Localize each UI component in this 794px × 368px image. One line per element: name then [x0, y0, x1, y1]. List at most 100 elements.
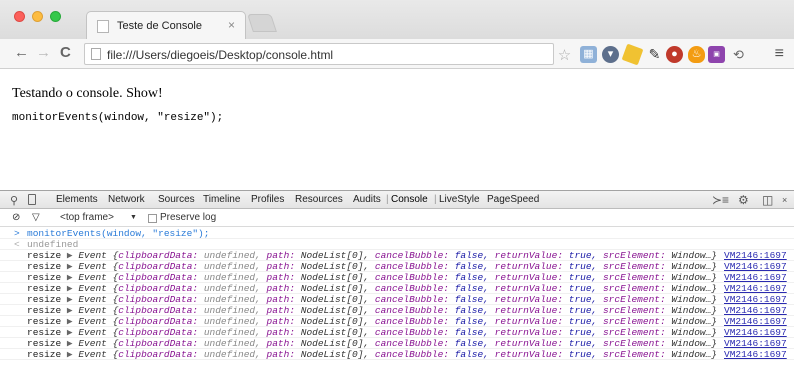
field-key: srcElement: [602, 349, 666, 360]
event-type: Event [78, 294, 107, 305]
tab-resources[interactable]: Resources [295, 194, 343, 205]
tab-elements[interactable]: Elements [56, 194, 98, 205]
expand-triangle-icon[interactable]: ▶ [67, 338, 73, 349]
source-link[interactable]: VM2146:1697 [724, 250, 787, 261]
tab-console[interactable]: Console [391, 194, 428, 205]
screen-extension-icon[interactable]: ▣ [708, 46, 725, 63]
event-log-entry[interactable]: resize ▶ Event {clipboardData: undefined… [27, 261, 717, 272]
close-window-button[interactable] [14, 11, 25, 22]
preserve-log-checkbox[interactable] [148, 214, 157, 223]
expand-triangle-icon[interactable]: ▶ [67, 316, 73, 327]
expand-triangle-icon[interactable]: ▶ [67, 261, 73, 272]
reload-icon[interactable]: C [60, 44, 71, 61]
tab-network[interactable]: Network [108, 194, 145, 205]
notes-icon[interactable] [621, 43, 644, 66]
console-event-row[interactable]: resize ▶ Event {clipboardData: undefined… [0, 272, 794, 283]
field-value: NodeList[0], [300, 305, 370, 316]
event-log-entry[interactable]: resize ▶ Event {clipboardData: undefined… [27, 283, 717, 294]
extension-icon[interactable]: ▦ [580, 46, 597, 63]
url-text[interactable]: file:///Users/diegoeis/Desktop/console.h… [107, 48, 333, 62]
event-log-entry[interactable]: resize ▶ Event {clipboardData: undefined… [27, 338, 717, 349]
source-link[interactable]: VM2146:1697 [724, 305, 787, 316]
chevron-down-icon[interactable]: ▼ [130, 214, 137, 221]
back-arrow-icon[interactable]: ← [14, 44, 29, 61]
field-key: path: [266, 250, 296, 261]
field-value: NodeList[0], [300, 349, 370, 360]
tab-timeline[interactable]: Timeline [203, 194, 240, 205]
page-heading: Testando o console. Show! [12, 86, 163, 101]
tab-pagespeed[interactable]: PageSpeed [487, 194, 539, 205]
event-log-entry[interactable]: resize ▶ Event {clipboardData: undefined… [27, 272, 717, 283]
console-event-row[interactable]: resize ▶ Event {clipboardData: undefined… [0, 250, 794, 261]
tab-profiles[interactable]: Profiles [251, 194, 284, 205]
event-log-entry[interactable]: resize ▶ Event {clipboardData: undefined… [27, 294, 717, 305]
gear-icon[interactable]: ⚙ [738, 193, 749, 207]
dock-icon[interactable]: ◫ [762, 193, 773, 207]
expand-triangle-icon[interactable]: ▶ [67, 272, 73, 283]
field-key: path: [266, 294, 296, 305]
field-key: clipboardData: [118, 338, 199, 349]
source-link[interactable]: VM2146:1697 [724, 349, 787, 360]
field-value: Window…} [671, 349, 717, 360]
expand-triangle-icon[interactable]: ▶ [67, 283, 73, 294]
inspect-search-icon[interactable]: ⚲ [10, 194, 18, 207]
tab-livestyle[interactable]: LiveStyle [439, 194, 480, 205]
console-event-row[interactable]: resize ▶ Event {clipboardData: undefined… [0, 283, 794, 294]
event-log-entry[interactable]: resize ▶ Event {clipboardData: undefined… [27, 305, 717, 316]
source-link[interactable]: VM2146:1697 [724, 316, 787, 327]
browser-tab[interactable]: Teste de Console × [86, 11, 246, 39]
field-value: undefined, [203, 261, 261, 272]
frame-select[interactable]: <top frame> [60, 212, 114, 223]
source-link[interactable]: VM2146:1697 [724, 272, 787, 283]
field-key: path: [266, 316, 296, 327]
field-value: Window…} [671, 261, 717, 272]
filter-funnel-icon[interactable]: ▽ [32, 212, 40, 223]
share-icon[interactable]: ⟲ [730, 46, 747, 63]
address-bar[interactable]: file:///Users/diegoeis/Desktop/console.h… [84, 43, 554, 65]
maximize-window-button[interactable] [50, 11, 61, 22]
source-link[interactable]: VM2146:1697 [724, 261, 787, 272]
console-event-row[interactable]: resize ▶ Event {clipboardData: undefined… [0, 294, 794, 305]
expand-triangle-icon[interactable]: ▶ [67, 250, 73, 261]
forward-arrow-icon[interactable]: → [36, 44, 51, 61]
expand-triangle-icon[interactable]: ▶ [67, 305, 73, 316]
expand-triangle-icon[interactable]: ▶ [67, 327, 73, 338]
expand-triangle-icon[interactable]: ▶ [67, 349, 73, 360]
source-link[interactable]: VM2146:1697 [724, 338, 787, 349]
source-link[interactable]: VM2146:1697 [724, 283, 787, 294]
field-key: cancelBubble: [374, 261, 449, 272]
event-log-entry[interactable]: resize ▶ Event {clipboardData: undefined… [27, 316, 717, 327]
console-event-row[interactable]: resize ▶ Event {clipboardData: undefined… [0, 338, 794, 349]
close-devtools-icon[interactable]: × [782, 195, 787, 205]
pen-icon[interactable]: ✎ [646, 46, 663, 63]
minimize-window-button[interactable] [32, 11, 43, 22]
event-log-entry[interactable]: resize ▶ Event {clipboardData: undefined… [27, 250, 717, 261]
console-input-text[interactable]: monitorEvents(window, "resize"); [27, 228, 209, 239]
bookmark-star-icon[interactable]: ☆ [556, 47, 573, 64]
source-link[interactable]: VM2146:1697 [724, 327, 787, 338]
hamburger-menu-icon[interactable]: ≡ [775, 45, 784, 63]
console-event-row[interactable]: resize ▶ Event {clipboardData: undefined… [0, 305, 794, 316]
event-log-entry[interactable]: resize ▶ Event {clipboardData: undefined… [27, 327, 717, 338]
console-event-row[interactable]: resize ▶ Event {clipboardData: undefined… [0, 261, 794, 272]
console-event-row[interactable]: resize ▶ Event {clipboardData: undefined… [0, 349, 794, 360]
expand-triangle-icon[interactable]: ▶ [67, 294, 73, 305]
event-label: resize [27, 272, 62, 283]
clear-console-icon[interactable]: ⊘ [12, 212, 20, 223]
tab-sources[interactable]: Sources [158, 194, 195, 205]
fire-icon[interactable]: ♨ [688, 46, 705, 63]
field-key: returnValue: [494, 305, 564, 316]
pocket-icon[interactable]: ▾ [602, 46, 619, 63]
console-drawer-icon[interactable]: ≻≡ [712, 193, 729, 207]
console-event-row[interactable]: resize ▶ Event {clipboardData: undefined… [0, 316, 794, 327]
new-tab-button[interactable] [247, 14, 277, 32]
field-key: clipboardData: [118, 294, 199, 305]
console-event-row[interactable]: resize ▶ Event {clipboardData: undefined… [0, 327, 794, 338]
avatar-extension-icon[interactable]: ● [666, 46, 683, 63]
field-key: path: [266, 261, 296, 272]
tab-close-icon[interactable]: × [228, 18, 235, 32]
source-link[interactable]: VM2146:1697 [724, 294, 787, 305]
tab-audits[interactable]: Audits [353, 194, 381, 205]
event-log-entry[interactable]: resize ▶ Event {clipboardData: undefined… [27, 349, 717, 360]
device-mode-icon[interactable] [28, 194, 36, 205]
